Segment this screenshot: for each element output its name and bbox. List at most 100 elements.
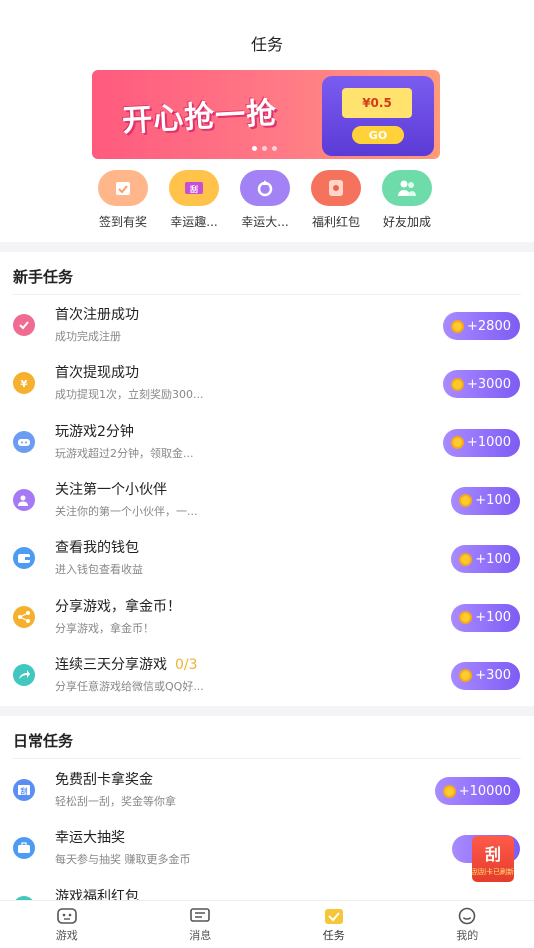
task-description: 成功提现1次，立刻奖励300... xyxy=(55,388,204,402)
task-row[interactable]: 玩游戏2分钟 玩游戏超过2分钟，领取金... +1000 xyxy=(0,415,534,473)
shortcut-label: 签到有奖 xyxy=(98,215,147,229)
section-divider xyxy=(0,706,534,716)
reward-button[interactable]: +10000 xyxy=(434,777,520,805)
task-description: 关注你的第一个小伙伴，一... xyxy=(55,504,198,518)
task-row[interactable]: 查看我的钱包 进入钱包查看收益 +100 xyxy=(0,531,534,589)
forward-icon xyxy=(13,663,35,686)
wallet-icon xyxy=(13,547,35,570)
task-name-text: 幸运大抽奖 xyxy=(55,830,125,847)
task-name: 幸运大抽奖 xyxy=(55,827,125,847)
calendar-check-icon xyxy=(98,170,148,206)
task-name-text: 关注第一个小伙伴 xyxy=(55,481,167,498)
reward-button[interactable]: +100 xyxy=(451,545,520,574)
task-row[interactable]: 关注第一个小伙伴关注你的第一个小伙伴，一... +100 xyxy=(0,473,534,531)
svg-text:刮: 刮 xyxy=(21,787,28,796)
pager-dot xyxy=(272,146,277,151)
section-divider xyxy=(0,242,534,252)
reward-button[interactable]: +100 xyxy=(451,486,520,515)
pager-dot-active xyxy=(252,146,257,151)
task-description: 进入钱包查看收益 xyxy=(55,563,143,577)
reward-amount: +100 xyxy=(475,551,511,567)
reward-amount: +1000 xyxy=(467,435,511,451)
task-name: 免费刮卡拿奖金 xyxy=(55,769,153,789)
task-progress: 0/3 xyxy=(175,656,198,673)
shortcut-red-packet[interactable]: 福利红包 xyxy=(303,170,369,230)
share-icon xyxy=(13,605,35,628)
tab-label: 任务 xyxy=(322,928,345,942)
reward-amount: +100 xyxy=(475,493,511,509)
shortcut-checkin[interactable]: 签到有奖 xyxy=(90,170,156,230)
tab-message[interactable]: 消息 xyxy=(134,901,268,948)
banner-pager xyxy=(252,146,277,151)
lucky-wheel-icon xyxy=(240,170,290,206)
shortcut-friends[interactable]: 好友加成 xyxy=(374,170,440,230)
reward-button[interactable]: +300 xyxy=(451,661,520,690)
task-check-icon xyxy=(323,907,345,925)
tab-game[interactable]: 游戏 xyxy=(0,901,134,948)
task-description: 每天参与抽奖 赚取更多金币 xyxy=(55,853,191,867)
shortcut-lucky-scratch[interactable]: 刮 幸运趣... xyxy=(161,170,227,230)
page-title: 任务 xyxy=(250,35,283,54)
task-name: 关注第一个小伙伴 xyxy=(55,479,167,499)
task-name-text: 连续三天分享游戏 xyxy=(55,656,167,673)
task-row[interactable]: ¥ 首次提现成功成功提现1次，立刻奖励300... +3000 xyxy=(0,356,534,414)
section-line xyxy=(13,294,521,295)
task-name-text: 分享游戏，拿金币！ xyxy=(55,598,181,615)
reward-button[interactable]: +1000 xyxy=(443,428,520,457)
coin-icon xyxy=(459,552,473,566)
tab-mine[interactable]: 我的 xyxy=(401,901,534,948)
task-row[interactable]: 刮 免费刮卡拿奖金轻松刮一刮，奖金等你拿 +10000 xyxy=(0,763,534,821)
reward-button[interactable]: +2800 xyxy=(443,312,520,340)
coin-icon xyxy=(451,319,465,333)
task-row[interactable]: 分享游戏，拿金币！ 分享游戏，拿金币！ +100 xyxy=(0,590,534,648)
banner-amount: ¥0.5 xyxy=(342,88,412,118)
task-name: 分享游戏，拿金币！ xyxy=(55,596,181,616)
friends-icon xyxy=(382,170,432,206)
task-description: 轻松刮一刮，奖金等你拿 xyxy=(55,795,176,808)
coin-icon xyxy=(459,611,473,624)
tab-label: 消息 xyxy=(189,928,212,942)
banner-go-button[interactable]: GO xyxy=(352,126,404,144)
task-name: 玩游戏2分钟 xyxy=(55,421,134,441)
task-name: 首次注册成功 xyxy=(55,304,139,324)
coin-icon xyxy=(451,436,465,450)
task-name: 查看我的钱包 xyxy=(55,537,139,557)
prize-machine-graphic: ¥0.5 GO xyxy=(322,76,434,156)
floating-card-glyph: 刮 xyxy=(484,845,501,864)
shortcut-label: 福利红包 xyxy=(311,215,360,229)
pager-dot xyxy=(262,146,267,151)
coin-icon xyxy=(459,494,473,508)
tab-task[interactable]: 任务 xyxy=(267,901,401,948)
top-bar: 任务 xyxy=(0,0,534,70)
task-name-text: 首次提现成功 xyxy=(55,365,139,382)
task-description: 成功完成注册 xyxy=(55,330,121,343)
scratch-ticket-icon: 刮 xyxy=(169,170,219,206)
reward-amount: +10000 xyxy=(458,783,511,799)
floating-scratch-card[interactable]: 刮 刮刮卡已刷新 xyxy=(472,836,514,882)
money-bag-icon: ¥ xyxy=(13,372,35,395)
shortcut-lucky-draw[interactable]: 幸运大... xyxy=(232,170,298,230)
task-row[interactable]: 连续三天分享游戏 0/3 分享任意游戏给微信或QQ好... +300 xyxy=(0,648,534,706)
shortcut-label: 幸运趣... xyxy=(170,215,218,229)
tab-label: 我的 xyxy=(456,928,479,942)
coin-icon xyxy=(442,784,456,798)
message-icon xyxy=(189,907,211,925)
promo-banner[interactable]: 开心抢一抢 ¥0.5 GO xyxy=(92,70,440,159)
reward-button[interactable]: +3000 xyxy=(443,370,520,399)
red-packet-icon xyxy=(311,170,361,206)
svg-text:¥: ¥ xyxy=(21,379,28,390)
task-row[interactable]: 幸运大抽奖每天参与抽奖 赚取更多金币+ xyxy=(0,821,534,879)
reward-amount: +300 xyxy=(475,668,511,684)
add-user-icon xyxy=(13,488,35,511)
task-name-text: 首次注册成功 xyxy=(55,307,139,323)
task-name-text: 免费刮卡拿奖金 xyxy=(55,772,153,788)
floating-card-caption: 刮刮卡已刷新 xyxy=(472,868,514,876)
bottom-tab-bar: 游戏 消息 任务 我的 xyxy=(0,900,534,948)
task-name-text: 查看我的钱包 xyxy=(55,540,139,557)
task-description: 分享任意游戏给微信或QQ好... xyxy=(55,679,204,693)
task-row[interactable]: 首次注册成功 成功完成注册 +2800 xyxy=(0,298,534,356)
svg-text:刮: 刮 xyxy=(190,184,198,194)
profile-smile-icon xyxy=(456,907,478,925)
shortcut-label: 幸运大... xyxy=(241,215,289,229)
reward-button[interactable]: +100 xyxy=(451,603,520,632)
